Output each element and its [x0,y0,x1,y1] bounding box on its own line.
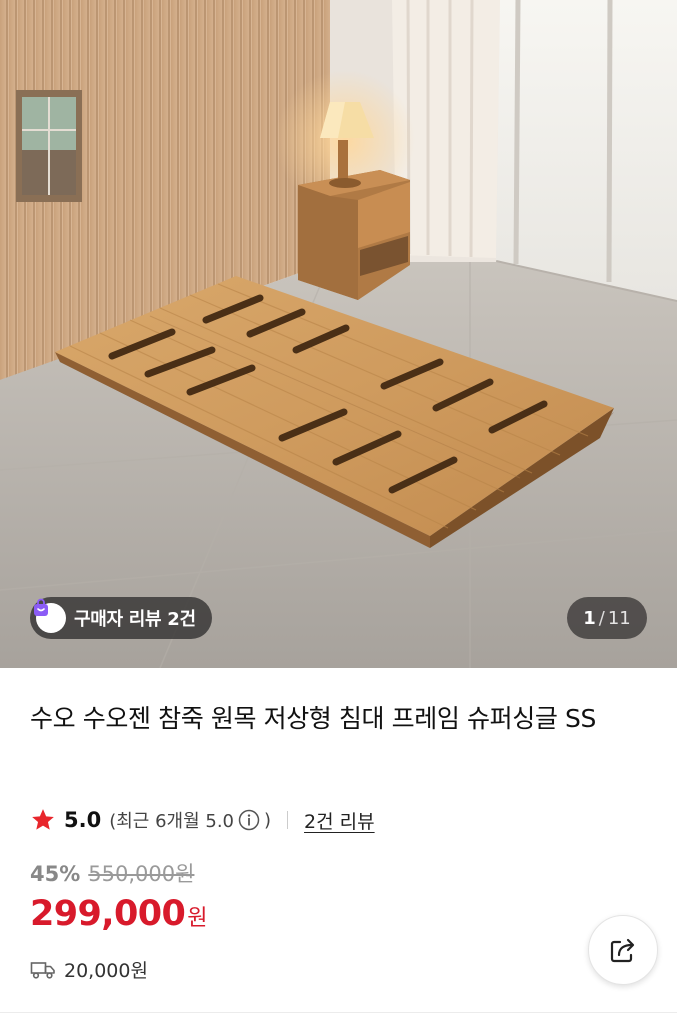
shopping-bag-icon [34,598,66,633]
rating-divider [287,811,289,829]
product-title: 수오 수오젠 참죽 원목 저상형 침대 프레임 슈퍼싱글 SS [30,704,596,733]
sale-price: 299,000 [30,894,186,934]
recent-rating-text: (최근 6개월 5.0 [109,811,234,832]
total-pages: 11 [607,607,631,629]
review-count-link[interactable]: 2건 리뷰 [304,807,375,834]
product-image-gallery[interactable]: 구매자 리뷰 2건 1 / 11 [0,0,677,668]
bottom-divider [0,1012,677,1013]
recent-rating: (최근 6개월 5.0 ) [109,807,271,833]
shipping-fee: 20,000원 [64,960,148,982]
gallery-page-indicator: 1 / 11 [567,597,647,639]
review-badge-label: 구매자 리뷰 2건 [74,609,196,630]
product-photo [0,0,677,668]
current-page: 1 [583,607,596,629]
info-icon[interactable] [238,809,260,831]
price-currency: 원 [187,906,208,931]
recent-rating-close: ) [264,809,272,831]
share-button[interactable] [588,915,658,985]
discount-percent: 45% [30,862,81,886]
buyer-review-badge[interactable]: 구매자 리뷰 2건 [30,597,212,639]
truck-icon [30,961,55,979]
shipping-row: 20,000원 [30,956,148,983]
share-icon [610,938,635,963]
original-price: 550,000원 [88,862,195,886]
sale-price-row: 299,000 원 [30,894,207,934]
rating-score: 5.0 [64,808,102,832]
star-icon [32,809,54,830]
discount-row: 45% 550,000원 [30,858,194,888]
page-separator: / [598,607,605,629]
rating-row: 5.0 (최근 6개월 5.0 ) 2건 리뷰 [30,802,375,838]
